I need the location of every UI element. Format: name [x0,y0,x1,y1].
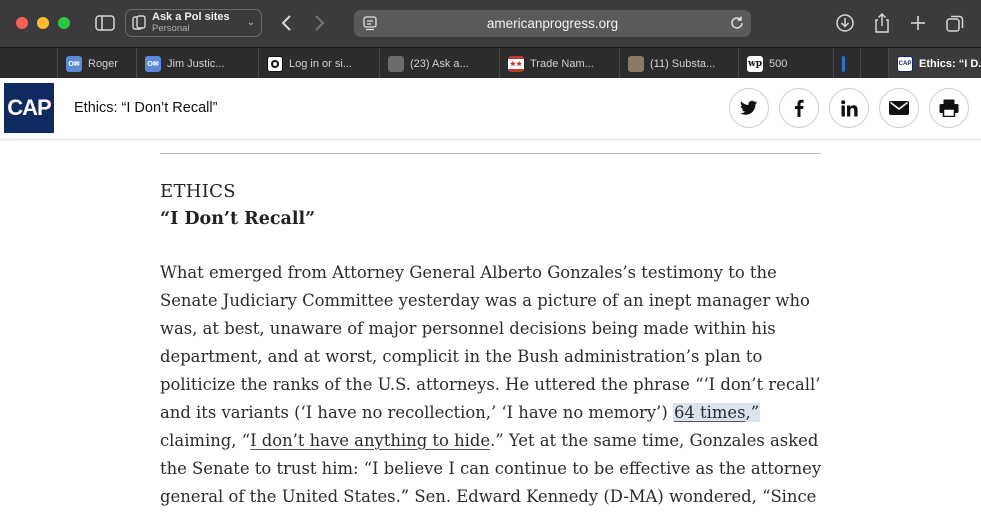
outlook-favicon-icon: O✉ [145,55,161,72]
facebook-share-button[interactable] [779,88,819,128]
tab-group-subtitle: Personal [152,23,190,34]
tab-spacer [861,48,889,79]
chevron-down-icon: ⌄ [246,17,255,28]
email-icon [889,101,909,115]
tab-label: 500 [769,57,788,70]
address-url: americanprogress.org [486,16,619,31]
body-line: department, and at worst, complicit in t… [160,347,763,366]
tab[interactable]: wp 500 [739,48,834,79]
tab-group-title: Ask a Pol sites [152,11,230,23]
back-button[interactable] [275,10,297,36]
tab[interactable]: ★★ Trade Nam... [500,48,620,79]
article-category: ETHICS [160,181,236,202]
tab-label: (11) Substa... [650,57,716,70]
photo-favicon-icon [388,55,404,72]
tab-label: Log in or si... [289,57,352,70]
body-line: claiming, “I don’t have anything to hide… [160,427,820,455]
body-line: and its variants (‘I have no recollectio… [160,399,820,427]
close-window-button[interactable] [16,17,28,29]
body-text-segment: claiming, “ [160,431,251,450]
blue-favicon-icon [842,55,845,72]
tab[interactable] [834,48,861,79]
outlook-favicon-icon: O✉ [66,55,82,72]
tab[interactable]: (11) Substa... [620,48,739,79]
tab-label: Trade Nam... [530,57,594,70]
body-line: was, at best, unaware of major personnel… [160,319,776,338]
body-line: general of the United States.” Sen. Edwa… [160,487,817,506]
browser-toolbar: Ask a Pol sites Personal ⌄ americanprogr… [0,0,981,47]
body-line: the Senate to trust him: “I believe I ca… [160,459,822,478]
tab-group-icon [132,15,146,30]
threads-favicon-icon [267,55,283,72]
tab-pinned-spacer [0,48,58,79]
body-line: Senate Judiciary Committee yesterday was… [160,291,810,310]
body-text-segment: .” Yet at the same time, Gonzales asked [490,431,819,450]
cap-favicon-icon: CAP [897,55,913,72]
body-text-segment: ,” [745,403,760,422]
address-bar[interactable]: americanprogress.org [354,10,751,37]
share-icon[interactable] [869,10,895,36]
tab-label: Roger [88,57,118,70]
zoom-window-button[interactable] [58,17,70,29]
article-headline: “I Don’t Recall” [160,209,316,229]
body-text-segment: and its variants (‘I have no recollectio… [160,403,673,422]
print-icon [939,99,959,117]
tab-group-selector[interactable]: Ask a Pol sites Personal ⌄ [125,9,262,37]
tab[interactable]: Log in or si... [259,48,380,79]
linkedin-share-button[interactable] [829,88,869,128]
cap-logo[interactable]: CAP [4,83,54,133]
divider [160,153,821,154]
tab-label: (23) Ask a... [410,57,469,70]
tab-label: Jim Justic... [167,57,225,70]
article-body: What emerged from Attorney General Alber… [160,259,822,511]
print-button[interactable] [929,88,969,128]
new-tab-icon[interactable] [905,10,931,36]
sidebar-toggle-icon[interactable] [92,10,118,36]
flag-favicon-icon: ★★ [508,55,524,72]
body-line: politicize the ranks of the U.S. attorne… [160,375,821,394]
downloads-icon[interactable] [832,10,858,36]
tab[interactable]: O✉ Roger [58,48,137,79]
sixty-four-times-link[interactable]: 64 times [674,403,746,422]
tab-active[interactable]: CAP Ethics: “I D... [889,48,981,79]
site-header: CAP Ethics: “I Don’t Recall” [0,78,981,140]
twitter-icon [740,100,758,115]
tab-label: Ethics: “I D... [919,57,981,70]
facebook-icon [795,99,804,117]
nothing-to-hide-link[interactable]: I don’t have anything to hide [250,431,490,450]
linkedin-icon [840,99,858,116]
photo-favicon-icon [628,55,644,72]
tab[interactable]: (23) Ask a... [380,48,500,79]
forward-button[interactable] [309,10,331,36]
body-line: What emerged from Attorney General Alber… [160,263,777,282]
tab-strip: O✉ Roger O✉ Jim Justic... Log in or si..… [0,47,981,79]
minimize-window-button[interactable] [37,17,49,29]
washington-post-favicon-icon: wp [747,55,763,72]
reload-icon[interactable] [729,15,745,36]
email-share-button[interactable] [879,88,919,128]
tab-overview-icon[interactable] [942,10,968,36]
header-article-title: Ethics: “I Don’t Recall” [74,100,218,116]
tab[interactable]: O✉ Jim Justic... [137,48,259,79]
twitter-share-button[interactable] [729,88,769,128]
